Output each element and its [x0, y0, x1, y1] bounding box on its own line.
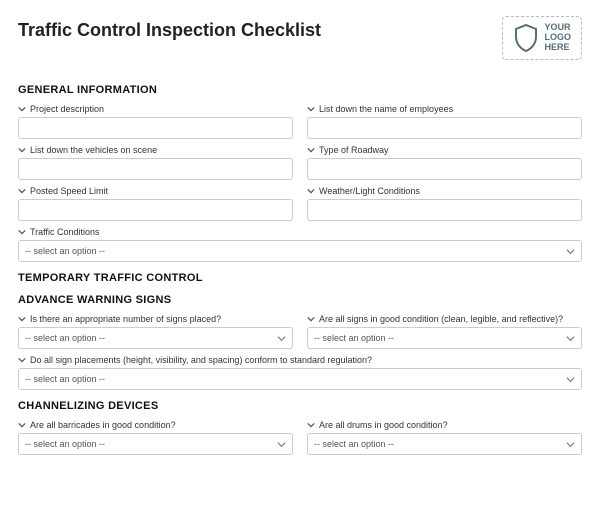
chevron-down-icon — [307, 105, 315, 113]
chevron-down-icon — [18, 356, 26, 364]
select-signs-number[interactable]: -- select an option -- — [18, 327, 293, 349]
chevron-down-icon — [277, 440, 286, 449]
label-speed-limit: Posted Speed Limit — [18, 186, 293, 196]
section-temporary-heading: TEMPORARY TRAFFIC CONTROL — [18, 272, 582, 284]
label-weather: Weather/Light Conditions — [307, 186, 582, 196]
select-barricades[interactable]: -- select an option -- — [18, 433, 293, 455]
select-signs-placement[interactable]: -- select an option -- — [18, 368, 582, 390]
chevron-down-icon — [566, 440, 575, 449]
chevron-down-icon — [307, 421, 315, 429]
chevron-down-icon — [566, 247, 575, 256]
chevron-down-icon — [18, 315, 26, 323]
select-drums[interactable]: -- select an option -- — [307, 433, 582, 455]
label-signs-placement: Do all sign placements (height, visibili… — [18, 355, 582, 365]
chevron-down-icon — [307, 146, 315, 154]
chevron-down-icon — [307, 187, 315, 195]
section-channelizing-heading: CHANNELIZING DEVICES — [18, 400, 582, 412]
chevron-down-icon — [18, 146, 26, 154]
select-traffic-conditions[interactable]: -- select an option -- — [18, 240, 582, 262]
input-weather[interactable] — [307, 199, 582, 221]
chevron-down-icon — [566, 375, 575, 384]
label-roadway-type: Type of Roadway — [307, 145, 582, 155]
chevron-down-icon — [18, 228, 26, 236]
input-speed-limit[interactable] — [18, 199, 293, 221]
chevron-down-icon — [307, 315, 315, 323]
label-vehicles: List down the vehicles on scene — [18, 145, 293, 155]
label-signs-condition: Are all signs in good condition (clean, … — [307, 314, 582, 324]
input-roadway-type[interactable] — [307, 158, 582, 180]
chevron-down-icon — [18, 421, 26, 429]
label-signs-number: Is there an appropriate number of signs … — [18, 314, 293, 324]
logo-placeholder: YOUR LOGO HERE — [502, 16, 583, 60]
shield-icon — [513, 23, 539, 53]
label-barricades: Are all barricades in good condition? — [18, 420, 293, 430]
label-drums: Are all drums in good condition? — [307, 420, 582, 430]
input-project-description[interactable] — [18, 117, 293, 139]
label-project-description: Project description — [18, 104, 293, 114]
logo-text: YOUR LOGO HERE — [545, 23, 572, 53]
section-general-heading: GENERAL INFORMATION — [18, 84, 582, 96]
chevron-down-icon — [277, 334, 286, 343]
section-advance-heading: ADVANCE WARNING SIGNS — [18, 294, 582, 306]
input-vehicles[interactable] — [18, 158, 293, 180]
chevron-down-icon — [18, 187, 26, 195]
chevron-down-icon — [566, 334, 575, 343]
input-employees[interactable] — [307, 117, 582, 139]
label-employees: List down the name of employees — [307, 104, 582, 114]
select-signs-condition[interactable]: -- select an option -- — [307, 327, 582, 349]
label-traffic-conditions: Traffic Conditions — [18, 227, 582, 237]
page-title: Traffic Control Inspection Checklist — [18, 16, 321, 41]
chevron-down-icon — [18, 105, 26, 113]
